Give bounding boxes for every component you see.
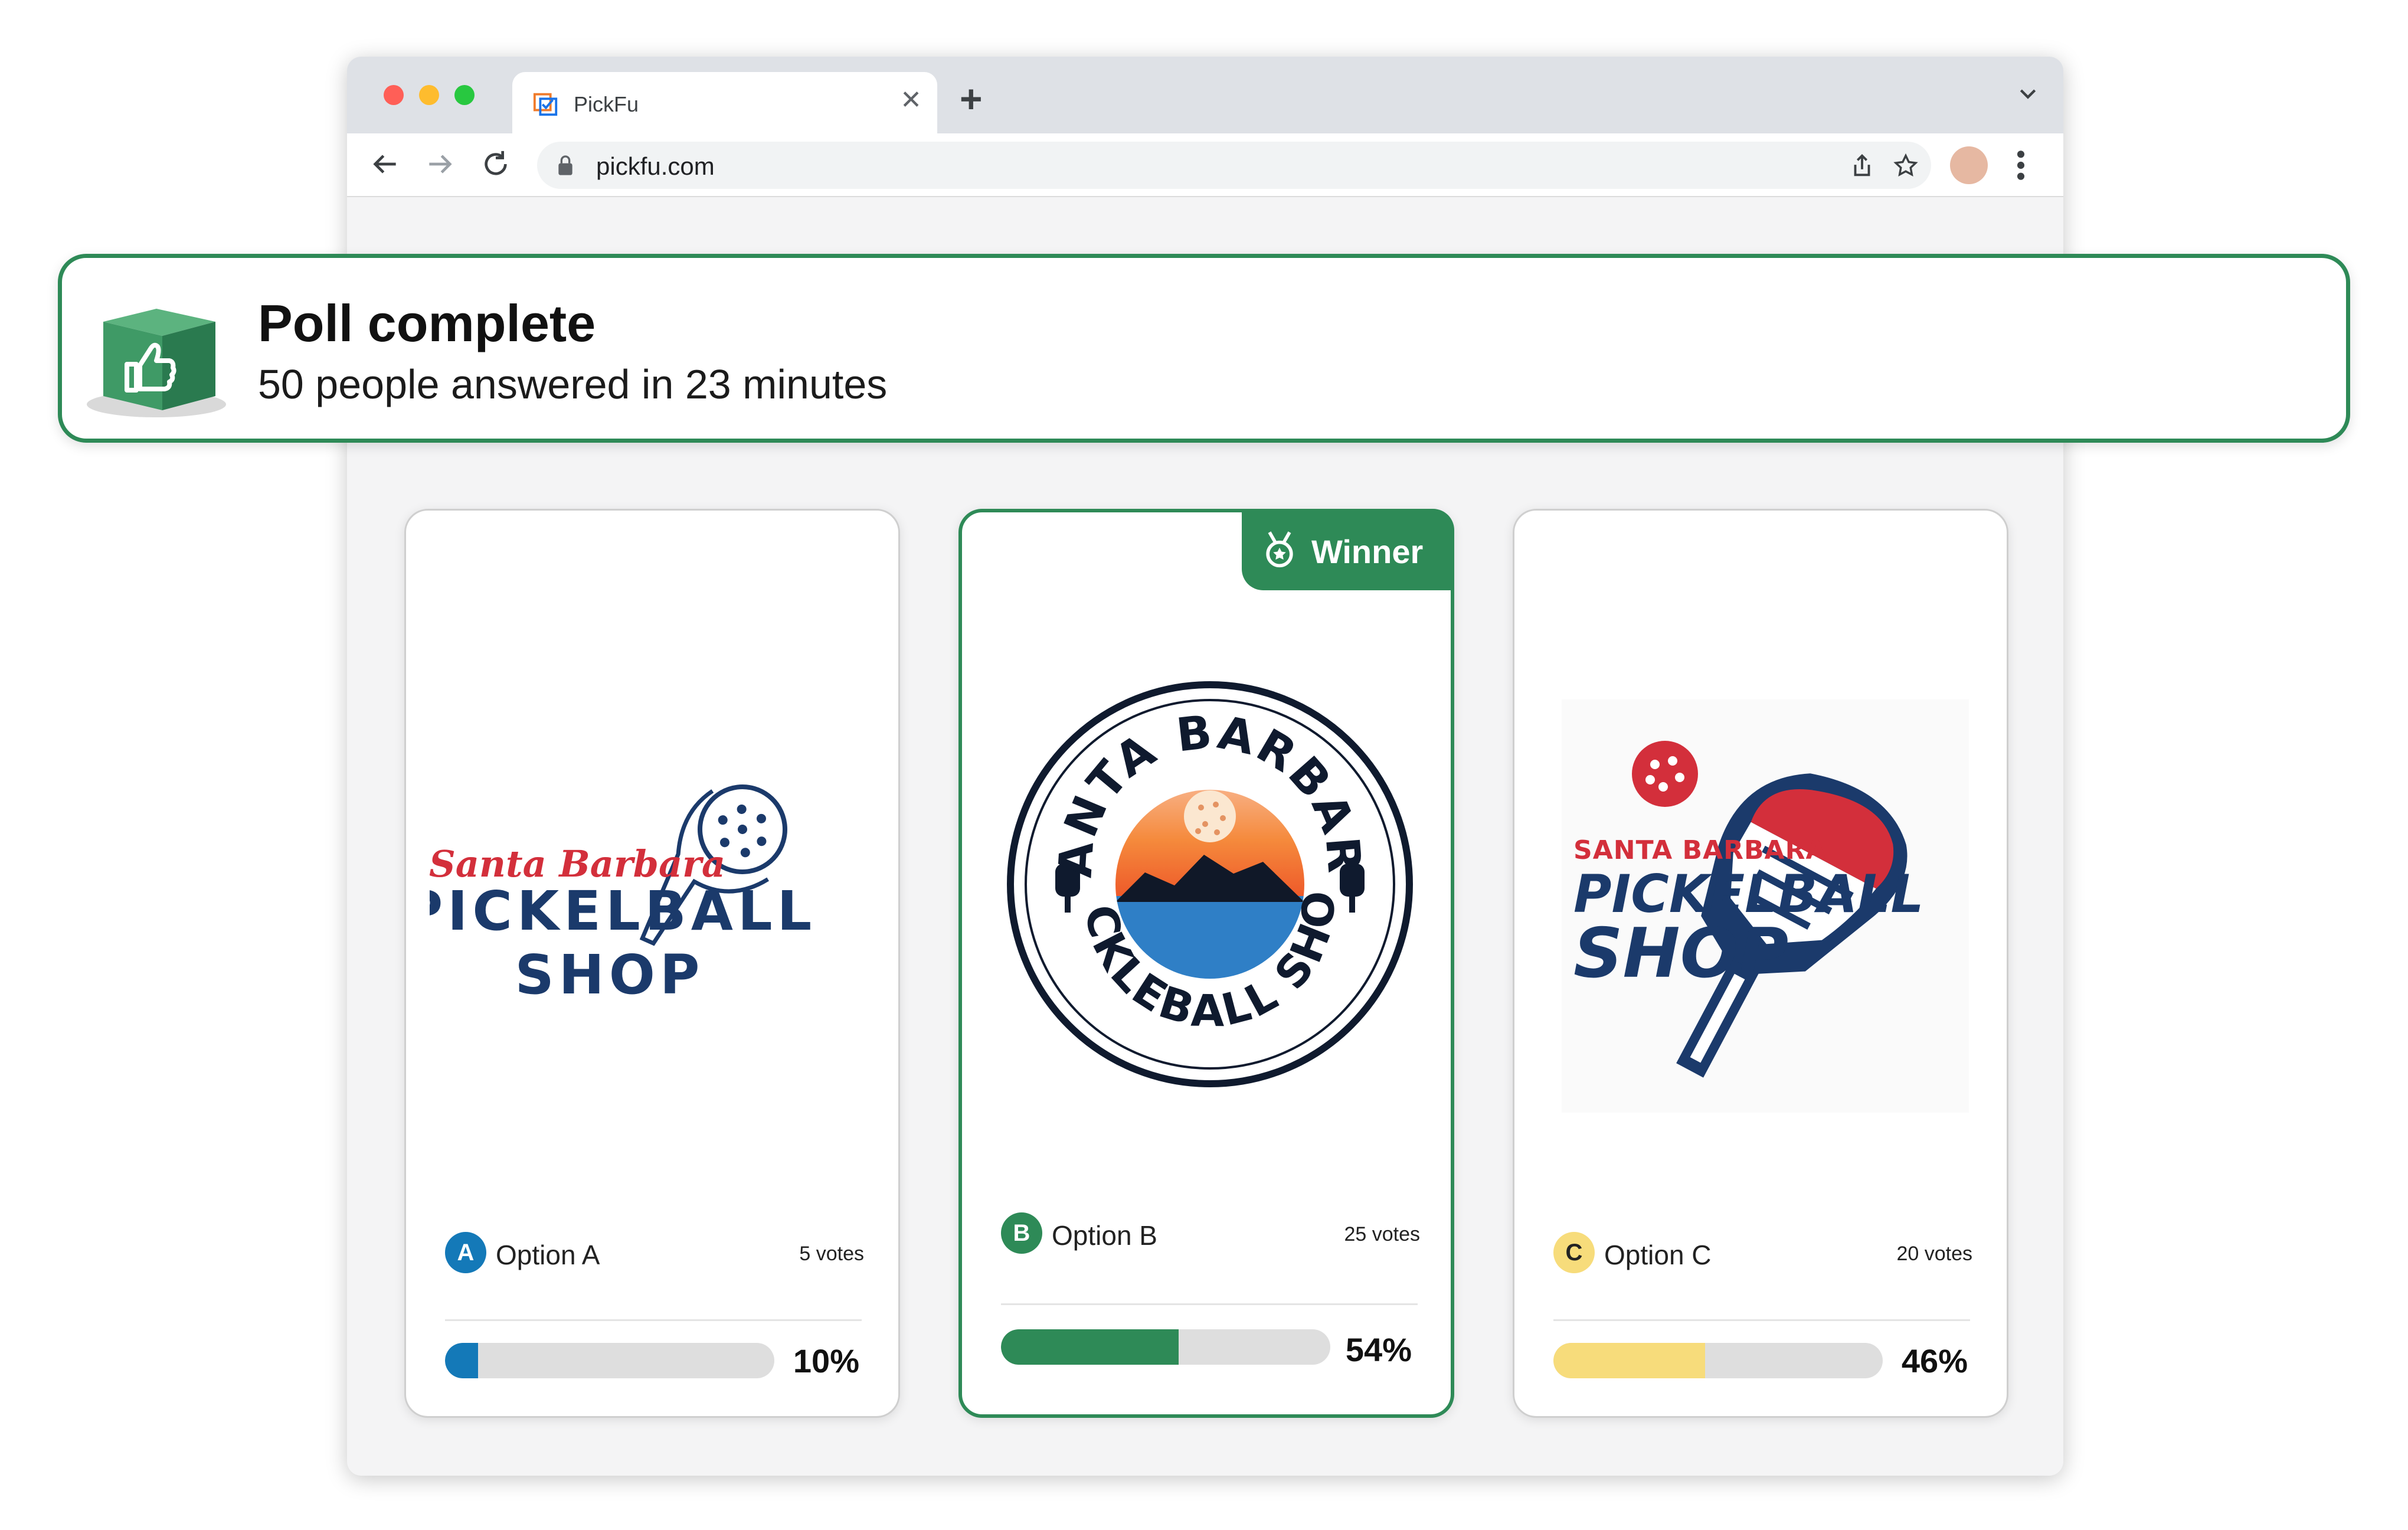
winner-label: Winner [1311,533,1424,570]
option-b-percent: 54% [1345,1331,1412,1368]
option-a-card[interactable]: Santa Barbara PICKELBALL SHOP A Option A… [404,509,900,1418]
pickfu-favicon-icon [533,93,558,116]
forward-arrow-icon[interactable] [424,148,457,181]
more-menu-icon[interactable] [2015,149,2027,182]
thumbs-up-cube-icon [87,309,226,417]
winner-badge: Winner [1242,509,1454,590]
option-b-badge: B [1001,1212,1042,1254]
option-c-label: Option C [1604,1240,1712,1270]
tab-title: PickFu [574,92,639,116]
option-c-badge: C [1553,1232,1595,1273]
maximize-window-button[interactable] [454,85,475,105]
banner-subtitle: 50 people answered in 23 minutes [258,361,888,407]
option-a-progress-fill [445,1343,478,1378]
option-a-logo-image: Santa Barbara PICKELBALL SHOP [430,784,816,1006]
option-b-divider [1001,1303,1418,1305]
profile-avatar[interactable] [1950,146,1988,184]
reload-icon[interactable] [479,148,512,181]
option-c-row: C Option C 20 votes [1553,1232,1972,1279]
option-b-logo-image: SANTA BARBARA PICKLEBALL SHOP [986,654,1413,1087]
logo-a-word-1: PICKELBALL [430,880,816,943]
logo-a-word-2: SHOP [515,943,705,1006]
option-b-row: B Option B 25 votes [1001,1212,1420,1260]
share-icon[interactable] [1848,152,1876,179]
option-c-progress-fill [1553,1343,1705,1378]
browser-tab-pickfu[interactable]: PickFu ✕ [512,72,937,135]
option-b-progress-bar [1001,1329,1330,1365]
option-c-card[interactable]: SANTA BARBARA PICKELBALL SHOP C Option C… [1513,509,2008,1418]
option-b-progress-fill [1001,1329,1179,1365]
option-a-votes: 5 votes [799,1243,864,1265]
logo-c-small-text: SANTA BARBARA [1573,835,1827,865]
address-bar[interactable]: pickfu.com [537,142,1931,189]
option-b-votes: 25 votes [1344,1223,1420,1245]
option-c-divider [1553,1319,1970,1321]
option-a-row: A Option A 5 votes [445,1232,864,1279]
option-b-card[interactable]: Winner SANTA BARB [958,509,1454,1418]
option-c-progress-bar [1553,1343,1883,1378]
option-a-percent: 10% [793,1342,859,1379]
option-a-badge: A [445,1232,486,1273]
option-c-logo-image: SANTA BARBARA PICKELBALL SHOP [1562,699,1969,1113]
new-tab-icon[interactable]: + [960,79,983,118]
back-arrow-icon[interactable] [368,148,401,181]
bookmark-star-icon[interactable] [1892,152,1919,179]
option-c-percent: 46% [1901,1342,1968,1379]
close-tab-icon[interactable]: ✕ [900,87,922,113]
option-a-progress-bar [445,1343,774,1378]
option-a-label: Option A [496,1240,600,1270]
chevron-down-icon[interactable] [2016,81,2040,105]
poll-complete-banner: Poll complete 50 people answered in 23 m… [58,254,2350,443]
url-text: pickfu.com [596,152,715,180]
minimize-window-button[interactable] [419,85,439,105]
option-b-label: Option B [1052,1220,1157,1251]
lock-icon [558,155,572,175]
medal-icon [1266,531,1293,568]
close-window-button[interactable] [384,85,404,105]
banner-title: Poll complete [258,294,596,352]
logo-c-word-2: SHOP [1573,914,1788,993]
tab-strip: PickFu ✕ + [347,57,2063,135]
browser-toolbar: pickfu.com [347,133,2063,197]
option-a-divider [445,1319,862,1321]
option-c-votes: 20 votes [1896,1243,1972,1265]
